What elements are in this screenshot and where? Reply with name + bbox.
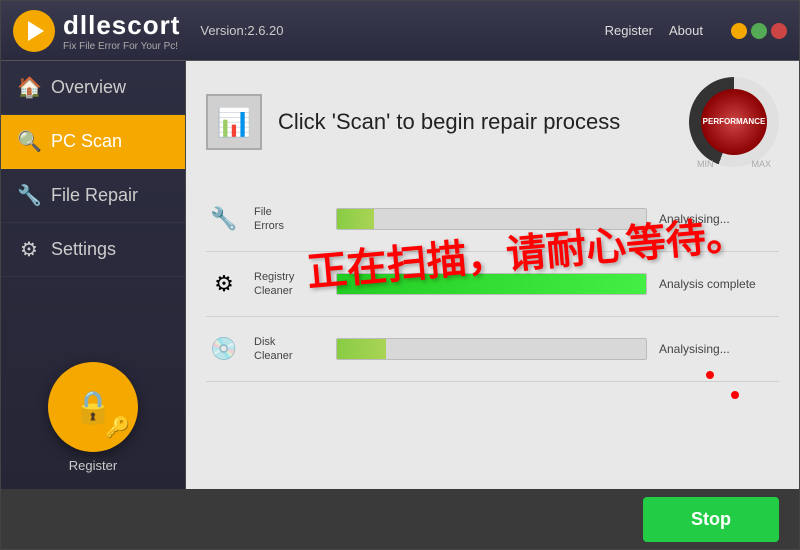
about-link[interactable]: About	[669, 23, 703, 38]
content-area: 📊 Click 'Scan' to begin repair process P…	[186, 61, 799, 489]
sidebar-item-overview[interactable]: 🏠 Overview	[1, 61, 185, 115]
bottom-bar: Stop	[1, 489, 799, 549]
file-errors-bar-container: 12%	[336, 208, 647, 230]
logo-area: dllescort Fix File Error For Your Pc!	[13, 10, 180, 52]
close-button[interactable]	[771, 23, 787, 39]
sidebar: 🏠 Overview 🔍 PC Scan 🔧 File Repair ⚙ Set…	[1, 61, 186, 489]
main-area: 🏠 Overview 🔍 PC Scan 🔧 File Repair ⚙ Set…	[1, 61, 799, 489]
window-controls	[731, 23, 787, 39]
register-link[interactable]: Register	[605, 23, 653, 38]
key-icon: 🔑	[105, 415, 130, 440]
scan-icon: 🔍	[17, 129, 41, 154]
progress-item-file-errors: 🔧 File Errors 12% Analysising...	[206, 187, 779, 252]
logo-text-area: dllescort Fix File Error For Your Pc!	[63, 10, 180, 52]
register-badge-label: Register	[69, 458, 117, 473]
minimize-button[interactable]	[731, 23, 747, 39]
home-icon: 🏠	[17, 75, 41, 100]
sidebar-label-overview: Overview	[51, 77, 126, 98]
gauge-min: MIN	[697, 159, 714, 169]
repair-icon: 🔧	[17, 183, 41, 208]
registry-bar	[337, 274, 646, 294]
maximize-button[interactable]	[751, 23, 767, 39]
registry-status: Analysis complete	[659, 277, 779, 291]
gauge-minmax: MIN MAX	[689, 159, 779, 169]
red-dot-2	[731, 391, 739, 399]
content-title: Click 'Scan' to begin repair process	[278, 109, 673, 135]
title-actions: Register About	[605, 23, 787, 39]
sidebar-item-pcscan[interactable]: 🔍 PC Scan	[1, 115, 185, 169]
register-badge[interactable]: 🔒 🔑	[48, 362, 138, 452]
registry-label: Registry Cleaner	[254, 270, 324, 299]
sidebar-item-settings[interactable]: ⚙ Settings	[1, 223, 185, 277]
sidebar-label-pcscan: PC Scan	[51, 131, 122, 152]
performance-gauge: PERFORMANCE MIN MAX	[689, 77, 779, 167]
sidebar-footer: 🔒 🔑 Register	[1, 346, 185, 489]
app-name: dllescort	[63, 10, 180, 41]
gauge-label-performance: PERFORMANCE	[703, 117, 766, 127]
sidebar-label-filerepair: File Repair	[51, 185, 138, 206]
content-header: 📊 Click 'Scan' to begin repair process P…	[206, 77, 779, 167]
ecg-icon: 📊	[217, 106, 252, 139]
file-errors-icon: 🔧	[206, 201, 242, 237]
settings-icon: ⚙	[17, 237, 41, 262]
disk-icon: 💿	[206, 331, 242, 367]
sidebar-label-settings: Settings	[51, 239, 116, 260]
app-version: Version:2.6.20	[200, 23, 283, 38]
registry-pct: 100%	[477, 294, 505, 295]
file-errors-pct: 12%	[480, 229, 502, 230]
app-window: dllescort Fix File Error For Your Pc! Ve…	[0, 0, 800, 550]
progress-item-disk: 💿 Disk Cleaner 16% Analysising...	[206, 317, 779, 382]
file-errors-label: File Errors	[254, 205, 324, 234]
scan-status-icon: 📊	[206, 94, 262, 150]
sidebar-item-filerepair[interactable]: 🔧 File Repair	[1, 169, 185, 223]
gauge-inner: PERFORMANCE	[701, 89, 767, 155]
app-tagline: Fix File Error For Your Pc!	[63, 41, 180, 52]
progress-item-registry: ⚙ Registry Cleaner 100% Analysis complet…	[206, 252, 779, 317]
file-errors-bar	[337, 209, 374, 229]
disk-status: Analysising...	[659, 342, 779, 356]
stop-button[interactable]: Stop	[643, 497, 779, 542]
registry-icon: ⚙	[206, 266, 242, 302]
registry-bar-container: 100%	[336, 273, 647, 295]
file-errors-status: Analysising...	[659, 212, 779, 226]
disk-bar	[337, 339, 386, 359]
logo-icon	[13, 10, 55, 52]
red-dot-1	[706, 371, 714, 379]
disk-bar-container: 16%	[336, 338, 647, 360]
gauge-max: MAX	[751, 159, 771, 169]
progress-list: 🔧 File Errors 12% Analysising... ⚙ Regis…	[206, 187, 779, 382]
disk-label: Disk Cleaner	[254, 335, 324, 364]
disk-pct: 16%	[480, 359, 502, 360]
title-bar: dllescort Fix File Error For Your Pc! Ve…	[1, 1, 799, 61]
